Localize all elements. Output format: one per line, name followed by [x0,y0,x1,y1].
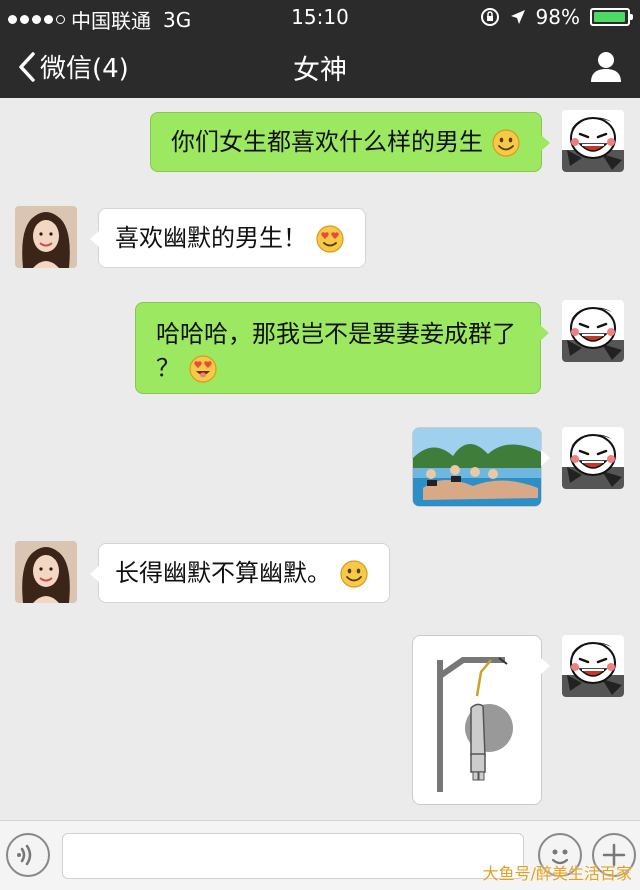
voice-wave-icon [17,844,32,866]
battery-fill [594,12,626,22]
my-avatar[interactable] [562,110,624,172]
my-avatar[interactable] [562,427,624,489]
contact-profile-icon[interactable] [588,48,624,84]
message-text: 哈哈哈，那我岂不是要妻妾成群了 [156,320,516,348]
pool-photo-image [413,428,541,506]
contact-avatar[interactable] [15,206,77,268]
heart-eyes-emoji-icon [316,225,344,253]
rotation-lock-icon [480,8,499,26]
message-bubble-incoming[interactable]: 长得幽默不算幽默。 [90,543,390,603]
status-right: 98% [480,5,633,29]
message-bubble-outgoing[interactable]: 你们女生都喜欢什么样的男生 [150,112,550,172]
chat-title: 女神 [293,55,347,86]
contact-avatar[interactable] [15,541,77,603]
contact-photo-icon [15,541,77,603]
message-image-outgoing[interactable] [412,427,550,507]
message-bubble-outgoing[interactable]: 哈哈哈，那我岂不是要妻妾成群了 ？ [135,302,549,394]
smile-emoji-icon [492,129,520,157]
nav-bar: 微信(4) 女神 [0,34,640,98]
my-avatar[interactable] [562,635,624,697]
message-text: 你们女生都喜欢什么样的男生 [171,128,483,156]
input-bar: 大鱼号/醉美生活百家 [0,820,640,890]
heart-eyes-tongue-emoji-icon [189,355,217,383]
cartoon-avatar-icon [562,110,624,172]
message-text: 长得幽默不算幽默。 [115,559,331,587]
contact-photo-icon [15,206,77,268]
my-avatar[interactable] [562,300,624,362]
status-bar: 中国联通 3G 15:10 98% [0,0,640,34]
voice-input-button[interactable] [6,833,50,877]
smile-emoji-icon [340,560,368,588]
battery-icon [590,8,633,26]
cartoon-avatar-icon [562,427,624,489]
message-text: 喜欢幽默的男生！ [115,224,307,252]
battery-percent: 98% [535,5,580,29]
message-input[interactable] [62,833,524,879]
message-sticker-outgoing[interactable] [412,635,550,805]
cartoon-avatar-icon [562,300,624,362]
location-arrow-icon [510,10,525,24]
hanging-sticker-image [437,657,513,792]
watermark-text: 大鱼号/醉美生活百家 [482,864,632,883]
message-text-continued: ？ [156,354,180,382]
cartoon-avatar-icon [562,635,624,697]
message-bubble-incoming[interactable]: 喜欢幽默的男生！ [90,208,366,268]
